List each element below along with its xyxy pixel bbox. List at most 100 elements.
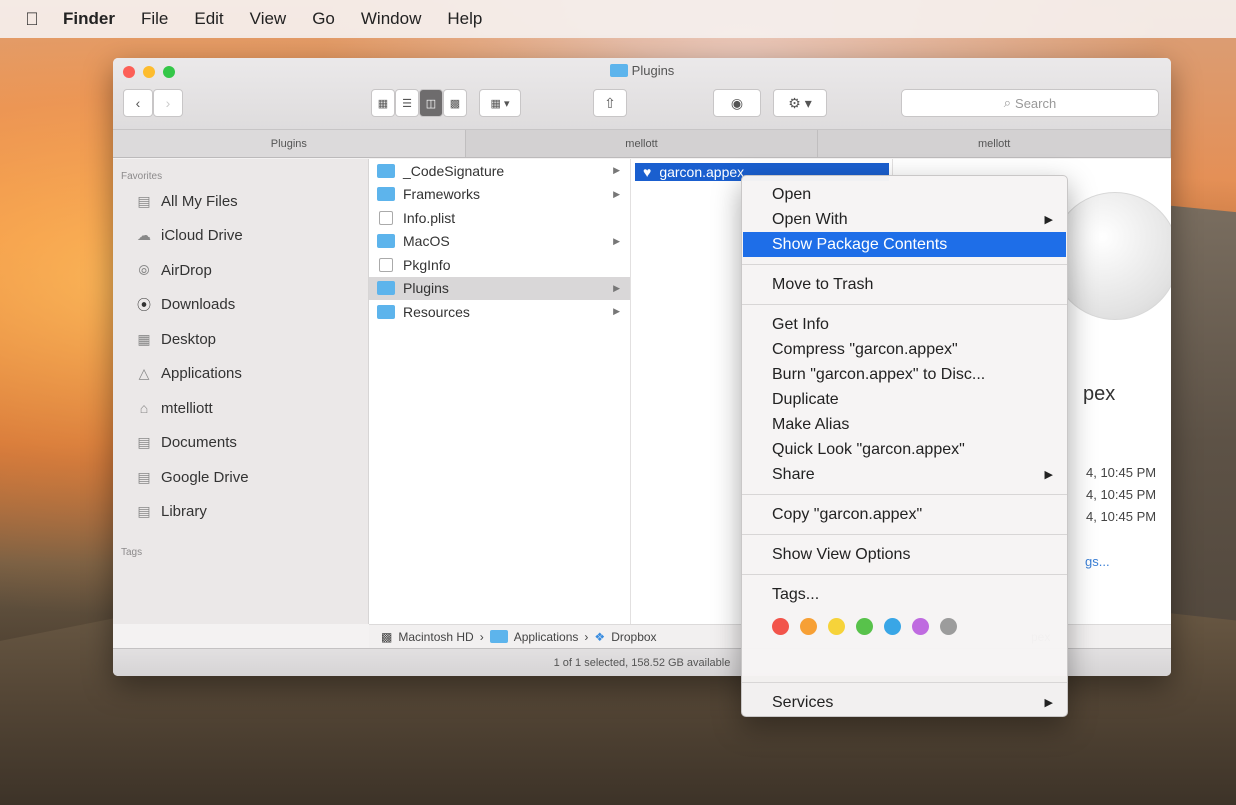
menu-help[interactable]: Help bbox=[434, 9, 495, 29]
menu-spacer bbox=[742, 645, 1067, 675]
forward-button[interactable]: › bbox=[153, 89, 183, 117]
desktop-icon: ▦ bbox=[137, 330, 151, 347]
list-item-selected[interactable]: Plugins ▶ bbox=[369, 276, 630, 300]
sidebar-item-desktop[interactable]: ▦ Desktop bbox=[113, 322, 368, 357]
path-segment[interactable]: Applications bbox=[514, 630, 579, 644]
tag-red-dot[interactable] bbox=[772, 617, 789, 635]
folder-icon bbox=[377, 163, 395, 178]
menu-item-show-view-options[interactable]: Show View Options bbox=[742, 542, 1067, 567]
arrange-button[interactable]: ▦ ▾ bbox=[479, 89, 521, 117]
menu-item-share[interactable]: Share ▶ bbox=[742, 462, 1067, 487]
sidebar-item-downloads[interactable]: ⦿ Downloads bbox=[113, 288, 368, 323]
path-segment[interactable]: Dropbox bbox=[611, 630, 656, 644]
sidebar-item-mtelliott[interactable]: ⌂ mtelliott bbox=[113, 391, 368, 426]
list-item-label: _CodeSignature bbox=[403, 162, 505, 179]
sidebar-item-library[interactable]: ▤ Library bbox=[113, 495, 368, 530]
menu-view[interactable]: View bbox=[237, 9, 300, 29]
view-list-button[interactable]: ☰ bbox=[395, 89, 419, 117]
menu-item-label: Move to Trash bbox=[772, 275, 874, 293]
selected-file-label: garcon.appex bbox=[659, 164, 745, 180]
preview-modified-date: 4, 10:45 PM bbox=[1086, 487, 1157, 502]
list-item[interactable]: MacOS ▶ bbox=[369, 230, 630, 254]
list-item[interactable]: _CodeSignature ▶ bbox=[369, 159, 630, 183]
tab-plugins[interactable]: Plugins bbox=[113, 130, 466, 157]
chevron-right-icon: › bbox=[584, 629, 589, 644]
menu-item-move-to-trash[interactable]: Move to Trash bbox=[742, 272, 1067, 297]
window-titlebar: Plugins ‹ › ▦ ☰ ◫ ▩ ▦ ▾ ⇧ ◉ ⚙ ▾ ⌕ Search bbox=[113, 58, 1171, 130]
quick-look-button[interactable]: ◉ bbox=[713, 89, 761, 117]
menu-item-services[interactable]: Services ▶ bbox=[742, 690, 1067, 715]
menu-item-make-alias[interactable]: Make Alias bbox=[742, 412, 1067, 437]
disclosure-arrow-icon: ▶ bbox=[613, 165, 620, 176]
menu-item-label: Services bbox=[772, 693, 834, 711]
list-item-label: Frameworks bbox=[403, 186, 481, 203]
menu-item-copy[interactable]: Copy "garcon.appex" bbox=[742, 502, 1067, 527]
view-columns-button[interactable]: ◫ bbox=[419, 89, 443, 117]
menu-finder[interactable]: Finder bbox=[50, 9, 128, 29]
menu-item-quick-look[interactable]: Quick Look "garcon.appex" bbox=[742, 437, 1067, 462]
preview-add-tags-link[interactable]: gs... bbox=[1085, 554, 1110, 569]
menu-item-open[interactable]: Open bbox=[742, 182, 1067, 207]
list-item-label: Plugins bbox=[403, 280, 449, 297]
folder-icon bbox=[377, 281, 395, 296]
path-segment[interactable]: Macintosh HD bbox=[398, 630, 473, 644]
window-title: Plugins bbox=[113, 63, 1171, 78]
tag-orange-dot[interactable] bbox=[800, 617, 817, 635]
sidebar-item-all-my-files[interactable]: ▤ All My Files bbox=[113, 184, 368, 219]
search-input[interactable]: ⌕ Search bbox=[901, 89, 1159, 117]
submenu-arrow-icon: ▶ bbox=[1044, 697, 1053, 709]
chevron-right-icon: › bbox=[165, 95, 171, 111]
menu-file[interactable]: File bbox=[128, 9, 181, 29]
menu-item-duplicate[interactable]: Duplicate bbox=[742, 387, 1067, 412]
submenu-arrow-icon: ▶ bbox=[1044, 214, 1053, 226]
apple-menu-icon[interactable]:  bbox=[14, 9, 50, 30]
chevron-left-icon: ‹ bbox=[135, 95, 141, 111]
menu-item-show-package-contents[interactable]: Show Package Contents bbox=[743, 232, 1066, 257]
list-item[interactable]: Frameworks ▶ bbox=[369, 183, 630, 207]
sidebar-item-airdrop[interactable]: ⦾ AirDrop bbox=[113, 253, 368, 288]
menu-go[interactable]: Go bbox=[299, 9, 348, 29]
sidebar-item-google-drive[interactable]: ▤ Google Drive bbox=[113, 460, 368, 495]
menu-item-get-info[interactable]: Get Info bbox=[742, 312, 1067, 337]
sidebar-item-label: All My Files bbox=[161, 192, 238, 210]
tab-mellott-2[interactable]: mellott bbox=[818, 130, 1171, 157]
file-icon bbox=[379, 257, 393, 272]
action-button[interactable]: ⚙ ▾ bbox=[773, 89, 827, 117]
chevron-right-icon: › bbox=[479, 629, 484, 644]
context-menu: Open Open With ▶ Show Package Contents Mo… bbox=[741, 175, 1068, 717]
preview-title: pex bbox=[1083, 383, 1116, 405]
sidebar-item-icloud-drive[interactable]: ☁ iCloud Drive bbox=[113, 219, 368, 254]
menu-item-label: Get Info bbox=[772, 315, 829, 333]
menu-item-tags[interactable]: Tags... bbox=[742, 582, 1067, 607]
tag-blue-dot[interactable] bbox=[884, 617, 901, 635]
tag-purple-dot[interactable] bbox=[912, 617, 929, 635]
home-icon: ⌂ bbox=[139, 400, 149, 417]
tag-yellow-dot[interactable] bbox=[828, 617, 845, 635]
sidebar-item-documents[interactable]: ▤ Documents bbox=[113, 426, 368, 461]
sidebar-item-label: Documents bbox=[161, 434, 237, 452]
list-item[interactable]: Info.plist bbox=[369, 206, 630, 230]
share-button[interactable]: ⇧ bbox=[593, 89, 627, 117]
column-app-contents: _CodeSignature ▶ Frameworks ▶ Info.plist M… bbox=[369, 159, 631, 624]
menu-item-compress[interactable]: Compress "garcon.appex" bbox=[742, 337, 1067, 362]
search-placeholder: Search bbox=[1015, 95, 1057, 111]
view-icons-button[interactable]: ▦ bbox=[371, 89, 395, 117]
menu-item-open-with[interactable]: Open With ▶ bbox=[742, 207, 1067, 232]
menu-edit[interactable]: Edit bbox=[181, 9, 236, 29]
menu-window[interactable]: Window bbox=[348, 9, 434, 29]
sidebar-item-applications[interactable]: △ Applications bbox=[113, 357, 368, 392]
list-item[interactable]: Resources ▶ bbox=[369, 300, 630, 324]
eye-icon: ◉ bbox=[730, 94, 744, 111]
menu-item-burn[interactable]: Burn "garcon.appex" to Disc... bbox=[742, 362, 1067, 387]
file-icon bbox=[379, 210, 393, 225]
tag-green-dot[interactable] bbox=[856, 617, 873, 635]
airdrop-icon: ⦾ bbox=[138, 261, 150, 278]
sidebar: Favorites ▤ All My Files ☁ iCloud Drive ⦾ A… bbox=[113, 159, 369, 624]
list-item[interactable]: PkgInfo bbox=[369, 253, 630, 277]
extension-icon: ♥ bbox=[643, 164, 652, 180]
tab-mellott-1[interactable]: mellott bbox=[466, 130, 819, 157]
back-button[interactable]: ‹ bbox=[123, 89, 153, 117]
tag-gray-dot[interactable] bbox=[940, 617, 957, 635]
coverflow-view-icon: ▩ bbox=[449, 97, 461, 110]
view-coverflow-button[interactable]: ▩ bbox=[443, 89, 467, 117]
